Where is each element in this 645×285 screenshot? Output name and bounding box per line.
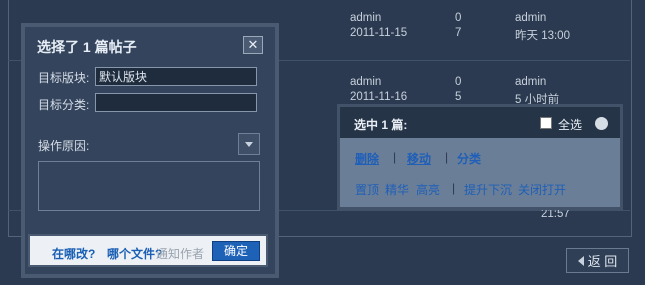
back-button-label: 返 回 — [587, 254, 618, 269]
target-board-field[interactable] — [95, 67, 257, 86]
back-button[interactable]: 返 回 — [566, 248, 629, 273]
row2-views: 5 — [455, 91, 462, 103]
op-bump-sink[interactable]: 提升下沉 — [464, 181, 512, 198]
moderation-panel: 选中 1 篇: 全选 删除 | 移动 | 分类 置顶 精华 高亮 | 提升下沉 … — [337, 104, 623, 210]
panel-title: 选中 1 篇: — [354, 118, 408, 132]
row2-date: 2011-11-16 — [350, 91, 408, 103]
row1-last-time[interactable]: 昨天 13:00 — [515, 27, 570, 43]
separator: | — [393, 150, 397, 164]
row2-replies: 0 — [455, 76, 462, 88]
back-arrow-icon — [577, 255, 584, 266]
op-pin[interactable]: 置顶 — [355, 181, 379, 198]
panel-toggle-icon[interactable] — [595, 117, 608, 130]
row1-author[interactable]: admin — [350, 12, 381, 24]
separator: | — [452, 181, 456, 195]
notify-author-option[interactable]: 通知作者 — [156, 245, 204, 262]
reason-dropdown-button[interactable] — [238, 133, 260, 155]
op-highlight[interactable]: 高亮 — [416, 181, 440, 198]
reason-label: 操作原因: — [38, 139, 90, 153]
target-category-label: 目标分类: — [38, 98, 90, 112]
where-edit-link[interactable]: 在哪改? — [52, 245, 95, 262]
op-move[interactable]: 移动 — [407, 150, 431, 167]
target-board-label: 目标版块: — [38, 71, 90, 85]
op-categorize[interactable]: 分类 — [457, 150, 481, 167]
row2-last-user[interactable]: admin — [515, 76, 546, 88]
dialog-title: 选择了 1 篇帖子 — [37, 39, 137, 55]
close-icon[interactable]: ✕ — [243, 36, 263, 54]
panel-header: 选中 1 篇: 全选 — [340, 107, 620, 138]
which-file-link[interactable]: 哪个文件? — [107, 245, 162, 262]
target-category-field[interactable] — [95, 93, 257, 112]
select-all-checkbox[interactable] — [540, 117, 552, 129]
row1-date: 2011-11-15 — [350, 27, 408, 39]
confirm-button[interactable]: 确定 — [212, 241, 260, 261]
reason-textarea[interactable] — [38, 161, 260, 211]
op-close-open[interactable]: 关闭打开 — [518, 181, 566, 198]
separator: | — [445, 150, 449, 164]
row1-replies: 0 — [455, 12, 462, 24]
move-thread-dialog: 选择了 1 篇帖子 ✕ 目标版块: 目标分类: 操作原因: 在哪改? 哪个文件?… — [21, 23, 279, 278]
op-delete[interactable]: 删除 — [355, 150, 379, 167]
dialog-footer: 在哪改? 哪个文件? 通知作者 确定 — [28, 234, 268, 267]
row1-last-user[interactable]: admin — [515, 12, 546, 24]
op-digest[interactable]: 精华 — [385, 181, 409, 198]
select-all-label[interactable]: 全选 — [558, 116, 582, 133]
row1-views: 7 — [455, 27, 462, 39]
row2-author[interactable]: admin — [350, 76, 381, 88]
